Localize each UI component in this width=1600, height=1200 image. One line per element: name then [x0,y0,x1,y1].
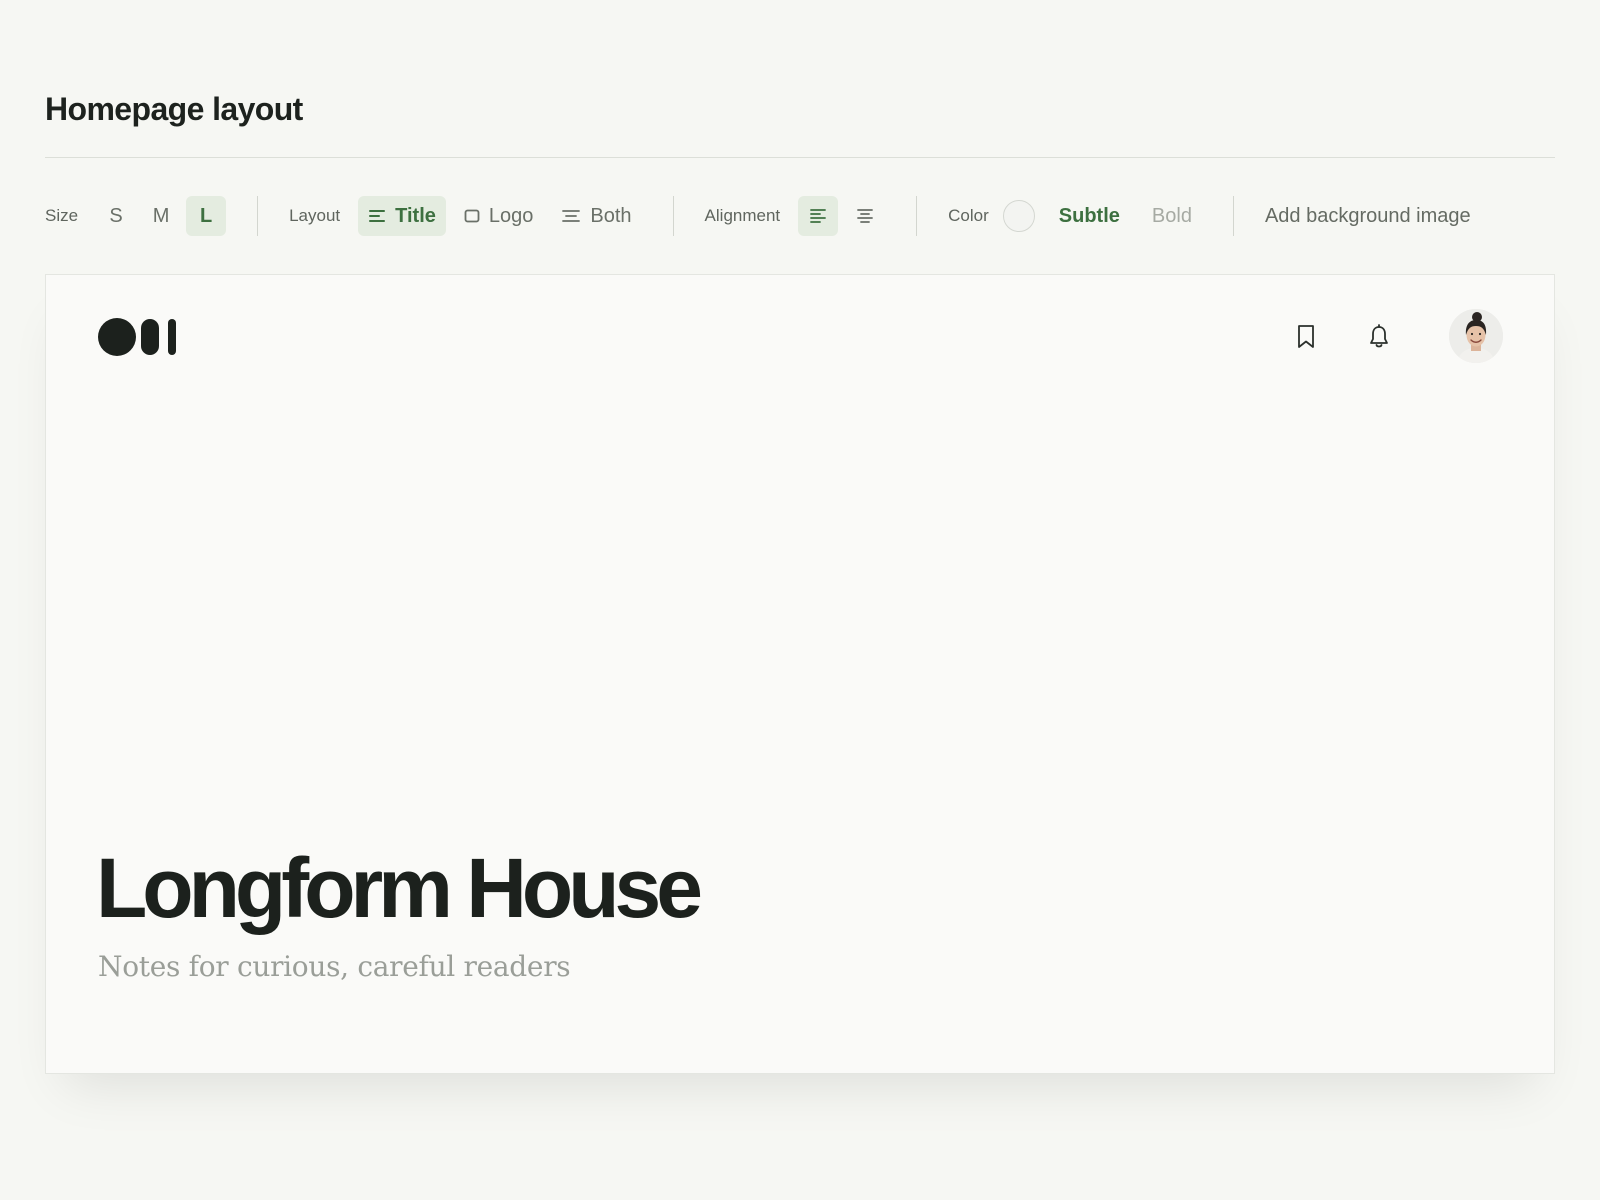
publication-logo [98,317,180,357]
layout-option-title-label: Title [395,204,436,227]
size-option-l[interactable]: L [186,196,227,236]
align-left-icon [809,207,827,225]
layout-label: Layout [289,206,341,225]
homepage-preview: Longform House Notes for curious, carefu… [45,274,1555,1074]
size-label: Size [45,206,79,225]
layout-option-logo-label: Logo [488,204,534,227]
layout-option-title[interactable]: Title [358,196,446,236]
align-left-button[interactable] [798,196,839,236]
layout-toolbar: Size S M L Layout Title Logo Both Alignm… [45,196,1555,236]
toolbar-divider [257,196,259,236]
publication-tagline: Notes for curious, careful readers [98,950,571,983]
notifications-button[interactable] [1359,317,1399,357]
size-option-s[interactable]: S [96,196,136,236]
bookmark-button[interactable] [1286,317,1326,357]
layout-option-both-label: Both [590,204,632,227]
align-center-button[interactable] [845,196,885,236]
color-swatch[interactable] [1002,200,1035,232]
avatar[interactable] [1449,309,1503,363]
align-center-icon [856,207,874,225]
color-option-subtle[interactable]: Subtle [1049,196,1130,236]
publication-title: Longform House [96,841,703,935]
square-icon [464,209,480,223]
toolbar-divider [1232,196,1234,236]
layout-option-both[interactable]: Both [551,196,641,236]
layout-option-logo[interactable]: Logo [454,196,544,236]
add-background-image-button[interactable]: Add background image [1255,196,1481,236]
toolbar-divider [672,196,674,236]
center-lines-icon [561,209,581,223]
page-title: Homepage layout [45,91,303,127]
bell-icon [1368,324,1390,350]
color-label: Color [948,206,989,225]
toolbar-divider [916,196,918,236]
text-lines-icon [368,209,386,223]
size-option-m[interactable]: M [141,196,181,236]
alignment-label: Alignment [704,206,781,225]
color-option-bold[interactable]: Bold [1142,196,1202,236]
bookmark-icon [1295,324,1317,350]
title-divider [45,157,1555,158]
